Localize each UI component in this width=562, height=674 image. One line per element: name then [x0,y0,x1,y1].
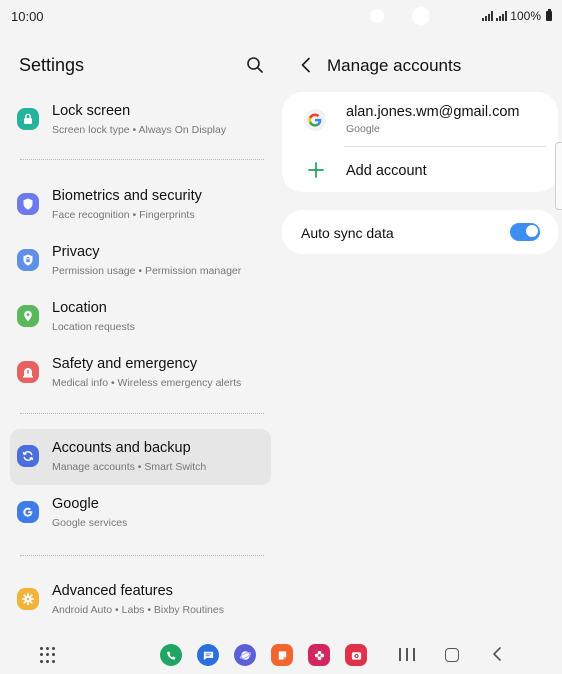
account-email: alan.jones.wm@gmail.com [346,104,520,120]
menu-item-title: Location [52,300,107,316]
menu-item-subtitle: Medical info • Wireless emergency alerts [52,377,242,389]
lock-icon [17,108,39,130]
gallery-app-icon[interactable] [308,644,330,666]
menu-item-biometrics[interactable]: Biometrics and security Face recognition… [10,177,271,233]
shield-icon [17,193,39,215]
signal-icon-2 [496,11,508,21]
signal-icon [482,11,494,21]
status-time: 10:00 [11,9,44,24]
google-logo-icon [304,109,326,131]
menu-item-subtitle: Face recognition • Fingerprints [52,209,195,221]
account-row[interactable]: alan.jones.wm@gmail.com Google [282,92,558,146]
menu-item-google[interactable]: Google Google services [10,485,271,541]
edge-panel-handle[interactable] [555,142,562,210]
menu-item-title: Advanced features [52,583,173,599]
status-indicators: 100% [482,9,552,23]
home-icon[interactable] [445,648,459,662]
menu-item-title: Privacy [52,244,100,260]
add-account-button[interactable]: Add account [282,148,558,192]
advanced-gear-icon [17,588,39,610]
battery-icon [546,9,552,21]
section-divider [20,159,264,160]
nav-back-icon[interactable] [490,646,504,662]
menu-item-accounts-backup[interactable]: Accounts and backup Manage accounts • Sm… [10,429,271,485]
internet-app-icon[interactable] [234,644,256,666]
location-pin-icon [17,305,39,327]
menu-item-subtitle: Screen lock type • Always On Display [52,124,227,136]
menu-item-title: Google [52,496,99,512]
menu-item-lock-screen[interactable]: Lock screen Screen lock type • Always On… [10,92,271,148]
auto-sync-toggle[interactable] [510,223,540,241]
toggle-knob [525,224,539,238]
menu-item-subtitle: Google services [52,517,128,529]
battery-percent: 100% [510,9,541,23]
camera-cutout [370,9,384,23]
phone-app-icon[interactable] [160,644,182,666]
menu-item-title: Accounts and backup [52,440,191,456]
card-divider [344,146,546,147]
page-title: Manage accounts [327,56,462,75]
menu-item-title: Biometrics and security [52,188,202,204]
menu-item-subtitle: Location requests [52,321,135,333]
plus-icon [308,162,324,178]
menu-item-privacy[interactable]: Privacy Permission usage • Permission ma… [10,233,271,289]
menu-item-title: Lock screen [52,103,131,119]
messages-app-icon[interactable] [197,644,219,666]
account-type: Google [346,123,380,135]
auto-sync-row[interactable]: Auto sync data [282,210,558,254]
menu-item-subtitle: Permission usage • Permission manager [52,265,242,277]
menu-item-title: Safety and emergency [52,356,198,372]
back-arrow-icon[interactable] [296,55,316,75]
menu-item-advanced-features[interactable]: Advanced features Android Auto • Labs • … [10,572,271,628]
menu-item-safety[interactable]: Safety and emergency Medical info • Wire… [10,345,271,401]
apps-grid-icon[interactable] [40,647,56,663]
camera-cutout-main [412,7,430,25]
menu-item-location[interactable]: Location Location requests [10,289,271,345]
section-divider [20,555,264,556]
menu-item-subtitle: Android Auto • Labs • Bixby Routines [52,604,224,616]
accounts-card: alan.jones.wm@gmail.com Google Add accou… [282,92,558,192]
notes-app-icon[interactable] [271,644,293,666]
emergency-icon [17,361,39,383]
settings-title: Settings [19,55,85,75]
privacy-shield-icon [17,249,39,271]
status-bar: 10:00 100% [0,0,562,32]
google-g-icon [17,501,39,523]
search-icon[interactable] [244,54,266,76]
recent-apps-icon[interactable] [399,648,415,661]
auto-sync-label: Auto sync data [301,225,394,241]
camera-app-icon[interactable] [345,644,367,666]
sync-icon [17,445,39,467]
menu-item-subtitle: Manage accounts • Smart Switch [52,461,207,473]
add-account-label: Add account [346,163,427,179]
section-divider [20,413,264,414]
